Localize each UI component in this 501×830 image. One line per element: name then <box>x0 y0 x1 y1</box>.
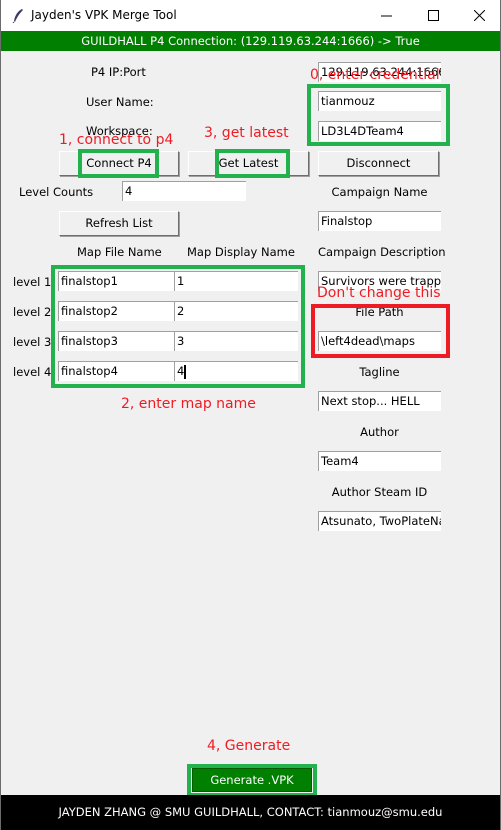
annotation-step1: 1, connect to p4 <box>59 132 174 148</box>
maximize-icon <box>427 10 439 21</box>
annotation-step2: 2, enter map name <box>121 396 256 412</box>
file-path-input[interactable]: \left4dead\maps <box>318 331 441 351</box>
annotation-step4: 4, Generate <box>207 738 291 754</box>
tagline-input[interactable]: Next stop... HELL <box>318 391 441 411</box>
level-row-label: level 4 <box>13 365 52 379</box>
text-caret <box>184 364 187 379</box>
close-icon <box>473 10 485 21</box>
user-name-input[interactable]: tianmouz <box>318 91 441 111</box>
connect-p4-button[interactable]: Connect P4 <box>59 151 179 176</box>
author-steam-id-label: Author Steam ID <box>331 485 428 499</box>
feather-icon <box>12 9 23 23</box>
map-display-input[interactable]: 1 <box>174 271 298 291</box>
workspace-input[interactable]: LD3L4DTeam4 <box>318 121 441 141</box>
maximize-button[interactable] <box>410 0 456 31</box>
map-display-name-header: Map Display Name <box>187 245 295 259</box>
campaign-name-label: Campaign Name <box>331 185 428 199</box>
generate-vpk-button[interactable]: Generate .VPK <box>192 768 312 792</box>
get-latest-button[interactable]: Get Latest <box>188 151 309 176</box>
level-row-label: level 2 <box>13 305 52 319</box>
map-display-input[interactable]: 4 <box>174 361 298 381</box>
tagline-label: Tagline <box>359 365 400 379</box>
annotation-step3: 3, get latest <box>204 125 289 141</box>
footer-credits: JAYDEN ZHANG @ SMU GUILDHALL, CONTACT: t… <box>1 795 500 830</box>
close-button[interactable] <box>456 0 501 31</box>
map-file-input[interactable]: finalstop1 <box>58 271 174 291</box>
p4-ip-label: P4 IP:Port <box>91 65 146 79</box>
map-display-input[interactable]: 2 <box>174 301 298 321</box>
annotation-warning: Don't change this <box>317 285 441 301</box>
refresh-list-button[interactable]: Refresh List <box>59 211 179 236</box>
author-steam-id-input[interactable]: Atsunato, TwoPlateNat <box>318 511 441 531</box>
campaign-description-label: Campaign Description <box>318 245 446 259</box>
level-row-label: level 1 <box>13 275 52 289</box>
level-counts-input[interactable]: 4 <box>122 181 246 201</box>
author-input[interactable]: Team4 <box>318 451 441 471</box>
minimize-button[interactable] <box>363 0 409 31</box>
map-display-value: 4 <box>177 364 185 378</box>
map-file-input[interactable]: finalstop3 <box>58 331 174 351</box>
user-name-label: User Name: <box>86 95 154 109</box>
map-display-input[interactable]: 3 <box>174 331 298 351</box>
file-path-label: File Path <box>355 305 404 319</box>
level-row-label: level 3 <box>13 335 52 349</box>
map-file-input[interactable]: finalstop2 <box>58 301 174 321</box>
annotation-step0: 0, enter credential <box>310 67 440 83</box>
connection-status-bar: GUILDHALL P4 Connection: (129.119.63.244… <box>1 31 500 51</box>
window-title: Jayden's VPK Merge Tool <box>31 8 177 22</box>
minimize-icon <box>380 15 392 17</box>
disconnect-button[interactable]: Disconnect <box>318 151 439 176</box>
app-window: Jayden's VPK Merge Tool GUILDHALL P4 Con… <box>0 0 501 830</box>
map-file-name-header: Map File Name <box>77 245 162 259</box>
map-file-input[interactable]: finalstop4 <box>58 361 174 381</box>
campaign-name-input[interactable]: Finalstop <box>318 211 441 231</box>
title-bar: Jayden's VPK Merge Tool <box>1 0 500 31</box>
level-counts-label: Level Counts <box>19 185 94 199</box>
author-label: Author <box>360 425 399 439</box>
